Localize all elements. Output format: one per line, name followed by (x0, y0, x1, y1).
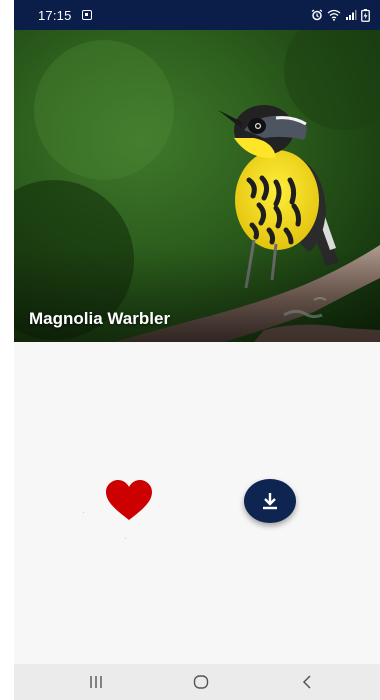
home-icon (193, 675, 209, 689)
status-time: 17:15 (38, 8, 72, 23)
magnolia-warbler-image (14, 30, 380, 342)
signal-icon (346, 10, 357, 20)
favorite-button[interactable] (104, 480, 154, 524)
back-button[interactable] (277, 664, 337, 700)
status-bar: 17:15 (14, 0, 380, 30)
download-button[interactable] (244, 479, 296, 523)
bird-photo: Magnolia Warbler (14, 30, 380, 342)
recents-button[interactable] (66, 664, 126, 700)
bird-name-title: Magnolia Warbler (29, 309, 171, 328)
recents-icon (90, 676, 102, 688)
wifi-icon (327, 9, 341, 21)
decorative-dot (83, 512, 84, 513)
home-button[interactable] (171, 664, 231, 700)
system-navigation-bar (14, 664, 380, 700)
heart-icon (106, 480, 152, 520)
battery-icon (361, 8, 370, 22)
alarm-icon (311, 9, 323, 21)
decorative-dot (125, 538, 126, 539)
download-icon (263, 493, 277, 510)
back-icon (302, 675, 311, 689)
status-icons (311, 8, 370, 22)
gallery-notification-icon (82, 10, 92, 20)
app-screen: 17:15 Magnolia Warbler (14, 0, 380, 700)
